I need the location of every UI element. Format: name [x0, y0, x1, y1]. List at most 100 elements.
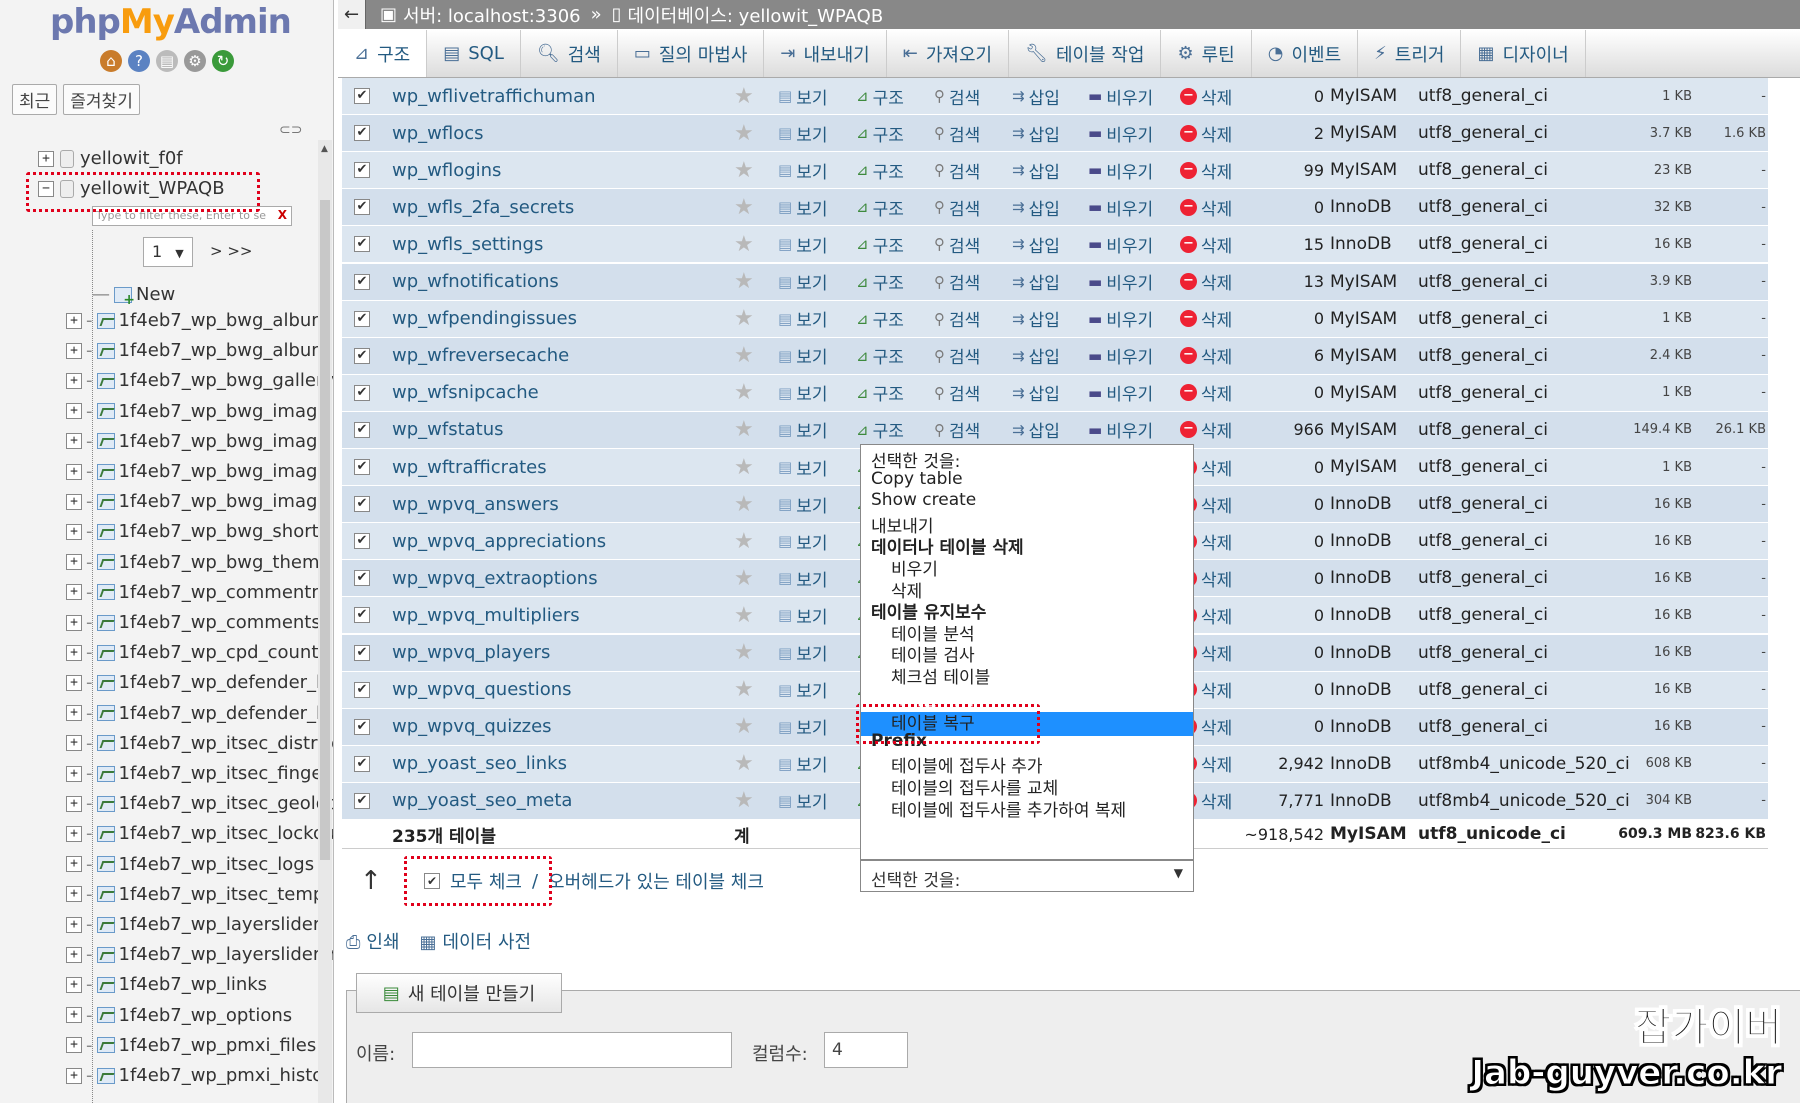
tab-import[interactable]: ⇤ 가져오기 [887, 30, 1010, 77]
star-icon[interactable]: ★ [734, 529, 754, 554]
star-icon[interactable]: ★ [734, 380, 754, 405]
row-checkbox[interactable]: ✔ [354, 273, 370, 290]
browse-action[interactable]: ▤ 보기 [778, 84, 827, 109]
table-icon[interactable] [96, 433, 115, 450]
star-icon[interactable]: ★ [734, 232, 754, 257]
table-name-link[interactable]: wp_wftrafficrates [392, 457, 547, 478]
table-name-link[interactable]: wp_wfsnipcache [392, 382, 539, 403]
empty-action[interactable]: ▬비우기 [1088, 195, 1153, 220]
search-action[interactable]: ⚲검색 [934, 84, 980, 109]
row-checkbox[interactable]: ✔ [354, 88, 370, 104]
empty-action[interactable]: ▬비우기 [1088, 343, 1153, 369]
row-checkbox[interactable]: ✔ [354, 644, 370, 661]
tree-table-name[interactable]: 1f4eb7_wp_pmxi_files [119, 1035, 317, 1056]
tree-table-name[interactable]: 1f4eb7_wp_itsec_geoloc [119, 793, 334, 814]
browse-action[interactable]: ▤ 보기 [778, 566, 827, 591]
structure-action[interactable]: ⊿구조 [856, 380, 904, 406]
page-select[interactable]: 1 ▼ [143, 237, 193, 267]
star-icon[interactable]: ★ [734, 455, 754, 480]
table-icon[interactable] [96, 493, 115, 510]
search-action[interactable]: ⚲검색 [934, 269, 980, 295]
search-action[interactable]: ⚲검색 [934, 195, 980, 220]
expand-icon[interactable]: + [66, 705, 82, 722]
tree-table-name[interactable]: 1f4eb7_wp_bwg_album [119, 340, 329, 361]
star-icon[interactable]: ★ [734, 603, 754, 628]
table-icon[interactable] [96, 1067, 115, 1084]
check-overhead-link[interactable]: 오버헤드가 있는 테이블 체크 [548, 868, 764, 894]
star-icon[interactable]: ★ [734, 751, 754, 776]
expand-icon[interactable]: + [66, 463, 82, 480]
table-name-link[interactable]: wp_wflivetraffichuman [392, 86, 596, 107]
structure-action[interactable]: ⊿구조 [856, 417, 904, 443]
tab-search[interactable]: 🔍︎ 검색 [521, 30, 618, 77]
browse-action[interactable]: ▤ 보기 [778, 714, 827, 740]
table-icon[interactable] [96, 342, 115, 359]
breadcrumb-server[interactable]: 서버: localhost:3306 [403, 2, 581, 28]
browse-action[interactable]: ▤ 보기 [778, 158, 827, 183]
expand-icon[interactable]: + [66, 976, 82, 993]
with-selected-dropdown[interactable]: 선택한 것을: Copy table Show create 내보내기 데이터나 테이블… [860, 444, 1194, 860]
table-name-link[interactable]: wp_wfreversecache [392, 345, 569, 366]
star-icon[interactable]: ★ [734, 788, 754, 813]
expand-icon[interactable]: + [38, 150, 54, 167]
row-checkbox[interactable]: ✔ [354, 384, 370, 401]
row-checkbox[interactable]: ✔ [354, 310, 370, 327]
structure-action[interactable]: ⊿구조 [856, 269, 904, 295]
tree-table-item[interactable]: + - 1f4eb7_wp_itsec_lockou [66, 823, 333, 844]
tree-table-name[interactable]: 1f4eb7_wp_bwg_image [119, 461, 329, 482]
expand-icon[interactable]: + [66, 433, 82, 450]
help-icon[interactable]: ? [128, 50, 150, 72]
tab-routines[interactable]: ⚙ 루틴 [1161, 30, 1252, 77]
expand-icon[interactable]: + [66, 523, 82, 540]
tree-table-item[interactable]: + - 1f4eb7_wp_comments [66, 612, 321, 633]
tab-sql[interactable]: ▤ SQL [427, 30, 521, 77]
row-checkbox[interactable]: ✔ [354, 718, 370, 735]
insert-action[interactable]: ⇉삽입 [1012, 121, 1060, 146]
expand-icon[interactable]: + [66, 554, 82, 571]
db-name[interactable]: yellowit_f0f [80, 148, 183, 169]
browse-action[interactable]: ▤ 보기 [778, 788, 827, 814]
table-name-link[interactable]: wp_wflogins [392, 160, 501, 181]
insert-action[interactable]: ⇉삽입 [1012, 232, 1060, 257]
tree-table-name[interactable]: 1f4eb7_wp_bwg_image [119, 491, 329, 512]
browse-action[interactable]: ▤ 보기 [778, 751, 827, 777]
insert-action[interactable]: ⇉삽입 [1012, 84, 1060, 109]
expand-icon[interactable]: + [66, 1067, 82, 1084]
tree-table-item[interactable]: + - 1f4eb7_wp_defender_lo [66, 672, 332, 693]
row-checkbox[interactable]: ✔ [354, 607, 370, 624]
tree-table-item[interactable]: + - 1f4eb7_wp_itsec_distrib [66, 733, 334, 754]
expand-icon[interactable]: + [66, 946, 82, 963]
table-icon[interactable] [96, 976, 115, 993]
tab-export[interactable]: ⇥ 내보내기 [764, 30, 887, 77]
tree-table-item[interactable]: + - 1f4eb7_wp_layerslider [66, 914, 320, 935]
table-name-link[interactable]: wp_wfls_2fa_secrets [392, 197, 574, 218]
search-action[interactable]: ⚲검색 [934, 158, 980, 183]
table-icon[interactable] [96, 644, 115, 661]
browse-action[interactable]: ▤ 보기 [778, 269, 827, 295]
star-icon[interactable]: ★ [734, 84, 754, 109]
tree-table-name[interactable]: 1f4eb7_wp_itsec_distrib [119, 733, 334, 754]
table-icon[interactable] [96, 916, 115, 933]
empty-action[interactable]: ▬비우기 [1088, 417, 1153, 443]
row-checkbox[interactable]: ✔ [354, 533, 370, 550]
table-icon[interactable] [96, 403, 115, 420]
table-name-link[interactable]: wp_wfls_settings [392, 234, 543, 255]
expand-icon[interactable]: + [66, 795, 82, 812]
tree-table-item[interactable]: + - 1f4eb7_wp_defender_lo [66, 703, 332, 724]
tree-table-name[interactable]: 1f4eb7_wp_bwg_theme [119, 552, 331, 573]
table-name-link[interactable]: wp_wflocs [392, 123, 484, 144]
structure-action[interactable]: ⊿구조 [856, 195, 904, 220]
row-checkbox[interactable]: ✔ [354, 459, 370, 475]
insert-action[interactable]: ⇉삽입 [1012, 380, 1060, 406]
search-action[interactable]: ⚲검색 [934, 306, 980, 332]
row-checkbox[interactable]: ✔ [354, 792, 370, 809]
drop-action[interactable]: −삭제 [1180, 158, 1232, 183]
dropdown-option[interactable]: 테이블에 접두사를 추가하여 복제 [891, 796, 1126, 821]
insert-action[interactable]: ⇉삽입 [1012, 343, 1060, 369]
table-name-link[interactable]: wp_wpvq_multipliers [392, 605, 580, 626]
expand-icon[interactable]: + [66, 584, 82, 601]
tree-table-name[interactable]: 1f4eb7_wp_bwg_image [119, 431, 329, 452]
browse-action[interactable]: ▤ 보기 [778, 603, 827, 628]
browse-action[interactable]: ▤ 보기 [778, 306, 827, 332]
tree-table-item[interactable]: + - 1f4eb7_wp_bwg_album [66, 310, 329, 331]
